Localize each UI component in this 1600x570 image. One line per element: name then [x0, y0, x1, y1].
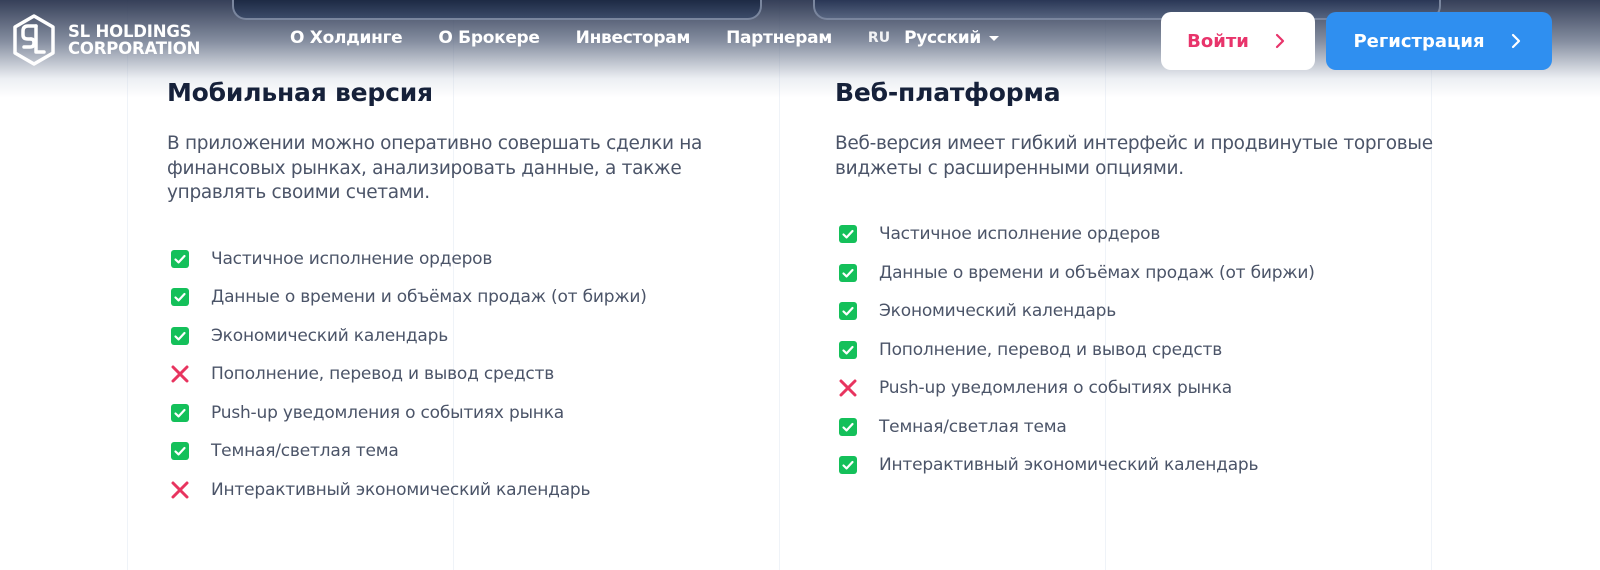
- nav-item-investors[interactable]: Инвесторам: [576, 28, 691, 48]
- feature-label: Push-up уведомления о событиях рынка: [211, 402, 565, 423]
- web-platform-title: Веб-платформа: [835, 78, 1061, 107]
- feature-label: Push-up уведомления о событиях рынка: [879, 378, 1233, 399]
- feature-label: Экономический календарь: [879, 301, 1117, 322]
- language-code: RU: [867, 30, 891, 46]
- cross-icon: [171, 365, 189, 383]
- caret-down-icon: [989, 35, 1000, 41]
- check-icon: [839, 225, 857, 244]
- web-feature-list: Частичное исполнение ордеров Данные о вре…: [835, 215, 1455, 485]
- cross-icon: [171, 481, 189, 499]
- feature-item: Темная/светлая тема: [167, 432, 767, 471]
- feature-label: Экономический календарь: [211, 325, 449, 346]
- feature-item: Интерактивный экономический календарь: [835, 446, 1455, 485]
- feature-item: Данные о времени и объёмах продаж (от би…: [835, 254, 1455, 293]
- feature-label: Частичное исполнение ордеров: [879, 224, 1161, 245]
- chevron-right-icon: [1511, 33, 1520, 49]
- feature-label: Темная/светлая тема: [879, 416, 1067, 437]
- register-button[interactable]: Регистрация: [1326, 12, 1552, 70]
- feature-item: Данные о времени и объёмах продаж (от би…: [167, 278, 767, 317]
- feature-label: Пополнение, перевод и вывод средств: [879, 339, 1223, 360]
- feature-item: Темная/светлая тема: [835, 408, 1455, 447]
- nav-item-partners[interactable]: Партнерам: [726, 28, 832, 48]
- check-icon: [171, 442, 189, 461]
- check-icon: [171, 288, 189, 307]
- check-icon: [839, 456, 857, 475]
- mobile-feature-list: Частичное исполнение ордеров Данные о вре…: [167, 240, 767, 510]
- logo-line-2: CORPORATION: [68, 39, 201, 58]
- feature-label: Пополнение, перевод и вывод средств: [211, 364, 555, 385]
- register-button-label: Регистрация: [1353, 30, 1485, 52]
- language-name: Русский: [904, 28, 982, 48]
- feature-item: Частичное исполнение ордеров: [835, 215, 1455, 254]
- chevron-right-icon: [1275, 33, 1284, 49]
- mobile-version-description: В приложении можно оперативно совершать …: [167, 133, 703, 203]
- check-icon: [839, 302, 857, 321]
- logo-line-1: SL HOLDINGS: [68, 22, 192, 41]
- logo-hexagon-icon: [13, 14, 55, 66]
- feature-item: Экономический календарь: [835, 292, 1455, 331]
- nav-item-holding[interactable]: О Холдинге: [290, 28, 403, 48]
- cross-icon: [839, 379, 857, 397]
- feature-label: Данные о времени и объёмах продаж (от би…: [211, 287, 647, 308]
- check-icon: [839, 263, 857, 282]
- mobile-version-section: Мобильная версия В приложении можно опер…: [167, 78, 767, 509]
- feature-label: Данные о времени и объёмах продаж (от би…: [879, 262, 1315, 283]
- feature-item: Push-up уведомления о событиях рынка: [167, 394, 767, 433]
- feature-item: Экономический календарь: [167, 317, 767, 356]
- feature-item: Push-up уведомления о событиях рынка: [835, 369, 1455, 408]
- check-icon: [171, 326, 189, 345]
- check-icon: [171, 403, 189, 422]
- language-selector[interactable]: RU Русский: [867, 28, 1000, 48]
- mobile-version-title: Мобильная версия: [167, 78, 433, 107]
- login-button[interactable]: Войти: [1161, 12, 1315, 70]
- check-icon: [839, 340, 857, 359]
- web-platform-description: Веб-версия имеет гибкий интерфейс и прод…: [835, 133, 1433, 179]
- check-icon: [171, 249, 189, 268]
- web-platform-section: Веб-платформа Веб-версия имеет гибкий ин…: [835, 78, 1455, 485]
- feature-item: Частичное исполнение ордеров: [167, 240, 767, 279]
- login-button-label: Войти: [1187, 30, 1249, 52]
- device-mockup-left: [232, 0, 762, 20]
- feature-label: Интерактивный экономический календарь: [879, 455, 1259, 476]
- feature-label: Темная/светлая тема: [211, 441, 399, 462]
- feature-label: Интерактивный экономический календарь: [211, 479, 591, 500]
- logo[interactable]: SL HOLDINGS CORPORATION: [12, 14, 200, 66]
- main-nav: О Холдинге О Брокере Инвесторам Партнера…: [290, 28, 1000, 48]
- feature-item: Интерактивный экономический календарь: [167, 471, 767, 510]
- feature-label: Частичное исполнение ордеров: [211, 248, 493, 269]
- logo-text: SL HOLDINGS CORPORATION: [68, 23, 200, 57]
- feature-item: Пополнение, перевод и вывод средств: [167, 355, 767, 394]
- feature-item: Пополнение, перевод и вывод средств: [835, 331, 1455, 370]
- check-icon: [839, 417, 857, 436]
- nav-item-broker[interactable]: О Брокере: [438, 28, 540, 48]
